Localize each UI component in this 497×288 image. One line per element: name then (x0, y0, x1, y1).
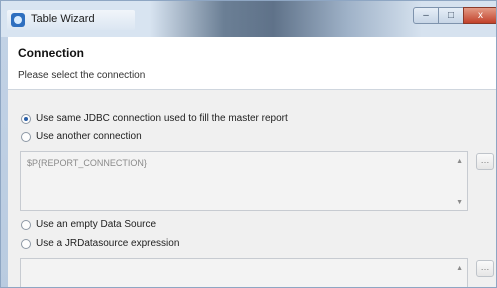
scroll-down-icon[interactable]: ▼ (456, 199, 463, 206)
scroll-up-icon[interactable]: ▲ (456, 158, 463, 165)
wizard-body: Use same JDBC connection used to fill th… (8, 90, 496, 287)
connection-expression-button[interactable]: … (476, 153, 494, 170)
wizard-header: Connection Please select the connection (8, 37, 496, 90)
page-title: Connection (18, 46, 84, 60)
table-wizard-window: Table Wizard – □ x Connection Please sel… (0, 0, 497, 288)
scroll-up-icon[interactable]: ▲ (456, 265, 463, 272)
radio-label: Use another connection (36, 131, 142, 142)
connection-expression-text: $P{REPORT_CONNECTION} (27, 158, 147, 168)
minimize-icon: – (423, 10, 429, 21)
minimize-button[interactable]: – (413, 7, 439, 24)
radio-label: Use a JRDatasource expression (36, 238, 180, 249)
maximize-button[interactable]: □ (438, 7, 464, 24)
ellipsis-icon: … (480, 262, 490, 272)
close-button[interactable]: x (463, 7, 496, 24)
maximize-icon: □ (447, 10, 455, 21)
close-icon: x (478, 10, 483, 21)
page-subtitle: Please select the connection (18, 70, 146, 81)
connection-expression-field[interactable]: $P{REPORT_CONNECTION} ▲ ▼ (20, 151, 468, 211)
window-title: Table Wizard (31, 13, 95, 25)
wizard-content: Connection Please select the connection … (8, 37, 496, 287)
radio-button[interactable] (21, 132, 31, 142)
jrdatasource-expression-button[interactable]: … (476, 260, 494, 277)
radio-button[interactable] (21, 239, 31, 249)
table-wizard-icon (11, 13, 25, 27)
radio-button[interactable] (21, 220, 31, 230)
title-bar[interactable]: Table Wizard – □ x (1, 1, 496, 37)
radio-button[interactable] (21, 114, 31, 124)
jrdatasource-expression-field[interactable]: ▲ (20, 258, 468, 287)
radio-label: Use an empty Data Source (36, 219, 157, 230)
ellipsis-icon: … (480, 155, 490, 165)
radio-label: Use same JDBC connection used to fill th… (36, 113, 288, 124)
title-tab: Table Wizard (7, 10, 135, 30)
